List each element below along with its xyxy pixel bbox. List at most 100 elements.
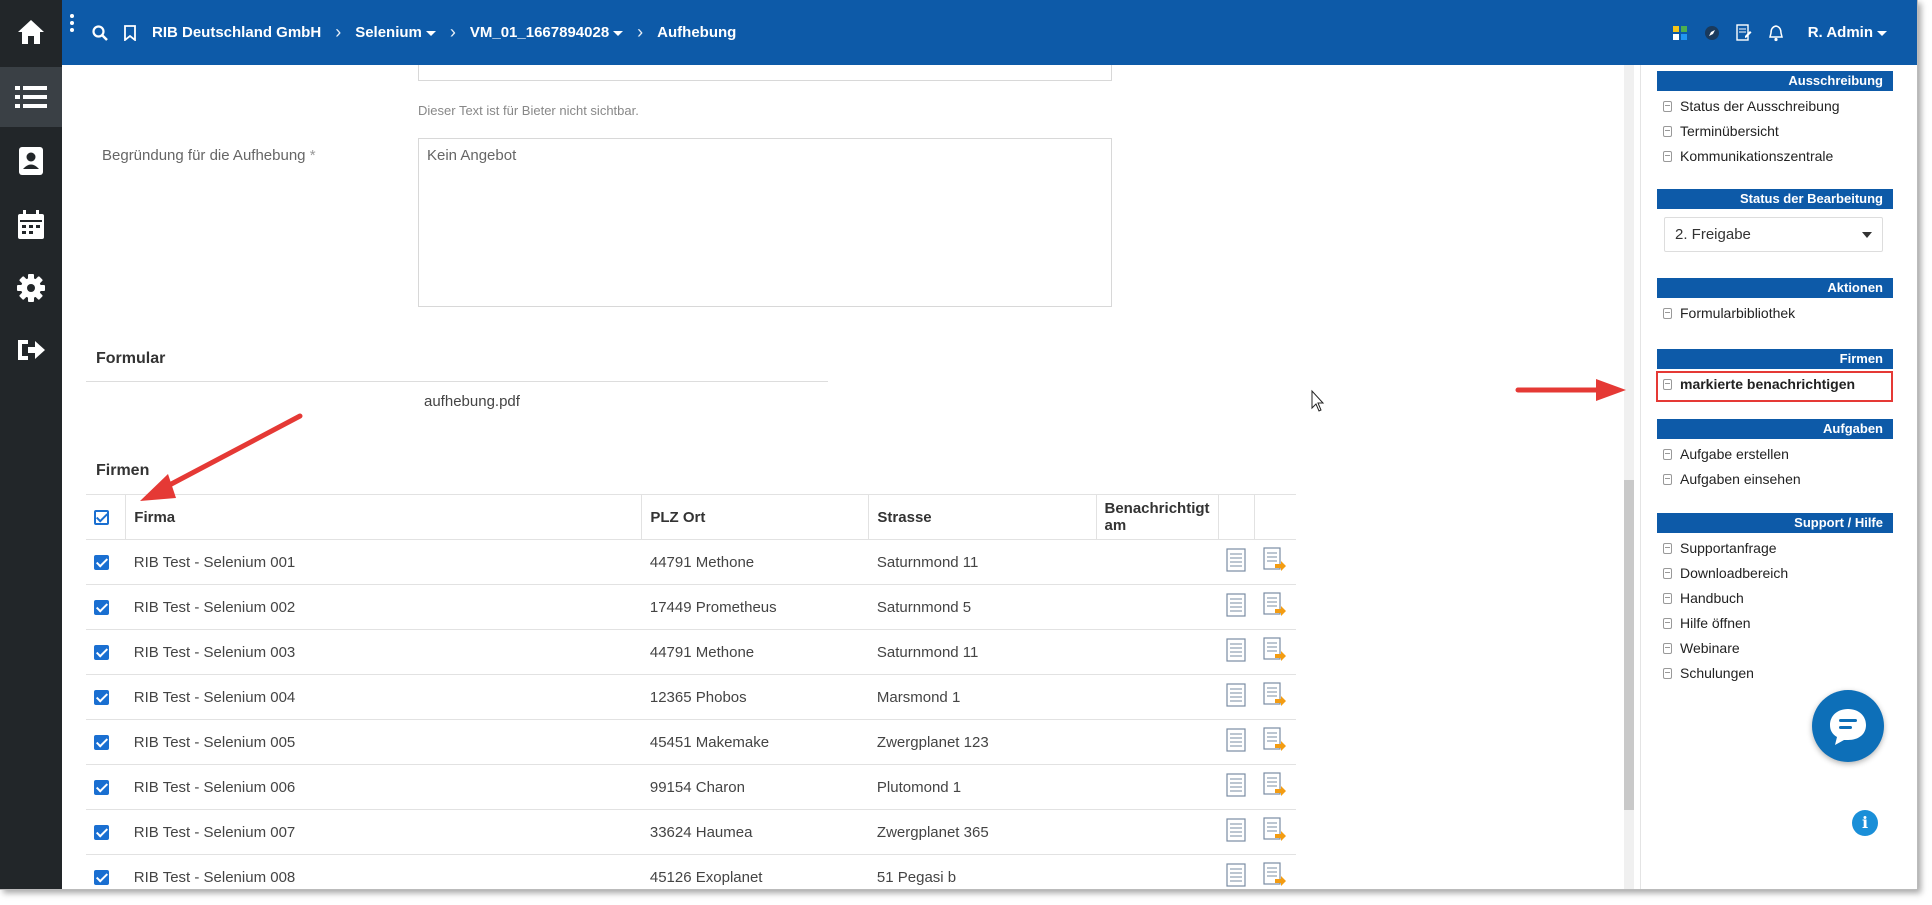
document-icon[interactable] [1226, 773, 1246, 797]
document-send-icon[interactable] [1263, 592, 1287, 618]
right-action-panel: Ausschreibung Status der Ausschreibung T… [1640, 65, 1910, 889]
column-header-benachrichtigt[interactable]: Benachrichtigt am [1095, 494, 1219, 540]
home-icon [18, 20, 44, 44]
document-send-icon[interactable] [1263, 637, 1287, 663]
bell-icon[interactable] [1768, 24, 1784, 42]
cell-plz-ort: 45126 Exoplanet [641, 854, 869, 889]
nav-list[interactable] [0, 67, 62, 127]
row-select-cell [86, 719, 126, 765]
select-all-checkbox[interactable] [94, 510, 109, 526]
compass-icon[interactable] [1704, 25, 1720, 41]
table-row[interactable]: RIB Test - Selenium 002 17449 Prometheus S… [86, 584, 1296, 630]
row-checkbox[interactable] [94, 870, 109, 886]
internal-note-hint: Dieser Text ist für Bieter nicht sichtba… [418, 103, 639, 118]
panel-link-handbuch[interactable]: Handbuch [1663, 590, 1744, 606]
formular-file-link[interactable]: aufhebung.pdf [424, 393, 520, 410]
cell-document [1218, 674, 1255, 720]
document-icon [1663, 667, 1672, 679]
table-row[interactable]: RIB Test - Selenium 007 33624 Haumea Zwerg… [86, 809, 1296, 855]
document-icon[interactable] [1226, 863, 1246, 887]
nav-calendar[interactable] [0, 195, 62, 255]
document-send-icon[interactable] [1263, 862, 1287, 888]
cell-benachrichtigt [1096, 809, 1219, 855]
row-checkbox[interactable] [94, 600, 109, 616]
document-icon[interactable] [1226, 728, 1246, 752]
row-checkbox[interactable] [94, 645, 109, 661]
cell-plz-ort: 33624 Haumea [641, 809, 869, 855]
document-send-icon[interactable] [1263, 772, 1287, 798]
status-select[interactable]: 2. Freigabe [1664, 217, 1883, 252]
cell-send [1254, 719, 1296, 765]
table-row[interactable]: RIB Test - Selenium 005 45451 Makemake Zwe… [86, 719, 1296, 765]
document-edit-icon[interactable] [1736, 23, 1752, 42]
panel-link-terminuebersicht[interactable]: Terminübersicht [1663, 123, 1779, 139]
panel-link-kommunikationszentrale[interactable]: Kommunikationszentrale [1663, 148, 1833, 164]
user-menu[interactable]: R. Admin [1808, 24, 1887, 41]
nav-contacts[interactable] [0, 131, 62, 191]
breadcrumb-item-company[interactable]: RIB Deutschland GmbH [152, 24, 321, 41]
panel-link-hilfe-oeffnen[interactable]: Hilfe öffnen [1663, 615, 1751, 631]
document-icon[interactable] [1226, 638, 1246, 662]
document-icon [1663, 448, 1672, 460]
panel-link-formularbibliothek[interactable]: Formularbibliothek [1663, 305, 1795, 321]
panel-header-firmen: Firmen [1657, 349, 1893, 369]
table-row[interactable]: RIB Test - Selenium 001 44791 Methone Satu… [86, 539, 1296, 585]
table-row[interactable]: RIB Test - Selenium 006 99154 Charon Pluto… [86, 764, 1296, 810]
info-icon[interactable]: i [1852, 810, 1878, 836]
cell-plz-ort: 99154 Charon [641, 764, 869, 810]
cell-document [1218, 764, 1255, 810]
document-icon[interactable] [1226, 818, 1246, 842]
cell-firma: RIB Test - Selenium 007 [125, 809, 642, 855]
document-icon [1663, 642, 1672, 654]
cell-strasse: Zwergplanet 365 [868, 809, 1096, 855]
row-checkbox[interactable] [94, 735, 109, 751]
cell-benachrichtigt [1096, 764, 1219, 810]
panel-link-aufgabe-erstellen[interactable]: Aufgabe erstellen [1663, 446, 1789, 462]
kebab-menu-icon[interactable] [70, 14, 74, 35]
cell-send [1254, 854, 1296, 889]
panel-link-webinare[interactable]: Webinare [1663, 640, 1740, 656]
row-checkbox[interactable] [94, 690, 109, 706]
document-icon[interactable] [1226, 683, 1246, 707]
panel-link-schulungen[interactable]: Schulungen [1663, 665, 1754, 681]
panel-link-aufgaben-einsehen[interactable]: Aufgaben einsehen [1663, 471, 1801, 487]
table-row[interactable]: RIB Test - Selenium 004 12365 Phobos Marsm… [86, 674, 1296, 720]
search-icon[interactable] [92, 24, 108, 41]
formular-divider [86, 381, 828, 382]
panel-link-supportanfrage[interactable]: Supportanfrage [1663, 540, 1777, 556]
dashboard-icon[interactable] [1672, 25, 1688, 41]
chat-button[interactable] [1812, 690, 1884, 762]
breadcrumb-item-current[interactable]: Aufhebung [657, 24, 736, 41]
document-send-icon[interactable] [1263, 817, 1287, 843]
table-row[interactable]: RIB Test - Selenium 008 45126 Exoplanet 51… [86, 854, 1296, 889]
panel-link-status-ausschreibung[interactable]: Status der Ausschreibung [1663, 98, 1840, 114]
row-select-cell [86, 809, 126, 855]
row-checkbox[interactable] [94, 780, 109, 796]
nav-logout[interactable] [0, 320, 62, 380]
document-send-icon[interactable] [1263, 547, 1287, 573]
panel-link-downloadbereich[interactable]: Downloadbereich [1663, 565, 1788, 581]
document-icon[interactable] [1226, 593, 1246, 617]
breadcrumb-separator: › [449, 22, 456, 42]
document-send-icon[interactable] [1263, 727, 1287, 753]
reason-field[interactable]: Kein Angebot [418, 138, 1112, 307]
cell-benachrichtigt [1096, 539, 1219, 585]
firms-table: Firma PLZ Ort Strasse Benachrichtigt am … [86, 494, 1296, 889]
internal-note-field[interactable] [418, 65, 1112, 81]
cell-send [1254, 539, 1296, 585]
row-checkbox[interactable] [94, 825, 109, 841]
nav-home[interactable] [0, 2, 62, 62]
document-send-icon[interactable] [1263, 682, 1287, 708]
nav-settings[interactable] [0, 258, 62, 318]
row-checkbox[interactable] [94, 555, 109, 571]
breadcrumb-item-project[interactable]: Selenium [355, 24, 436, 41]
column-header-plz-ort[interactable]: PLZ Ort [641, 494, 869, 540]
column-header-strasse[interactable]: Strasse [868, 494, 1096, 540]
scrollbar-thumb[interactable] [1624, 480, 1634, 810]
column-header-firma[interactable]: Firma [125, 494, 642, 540]
table-row[interactable]: RIB Test - Selenium 003 44791 Methone Satu… [86, 629, 1296, 675]
document-icon[interactable] [1226, 548, 1246, 572]
cell-firma: RIB Test - Selenium 002 [125, 584, 642, 630]
breadcrumb-item-procedure[interactable]: VM_01_1667894028 [470, 24, 624, 41]
bookmark-icon[interactable] [124, 24, 136, 41]
